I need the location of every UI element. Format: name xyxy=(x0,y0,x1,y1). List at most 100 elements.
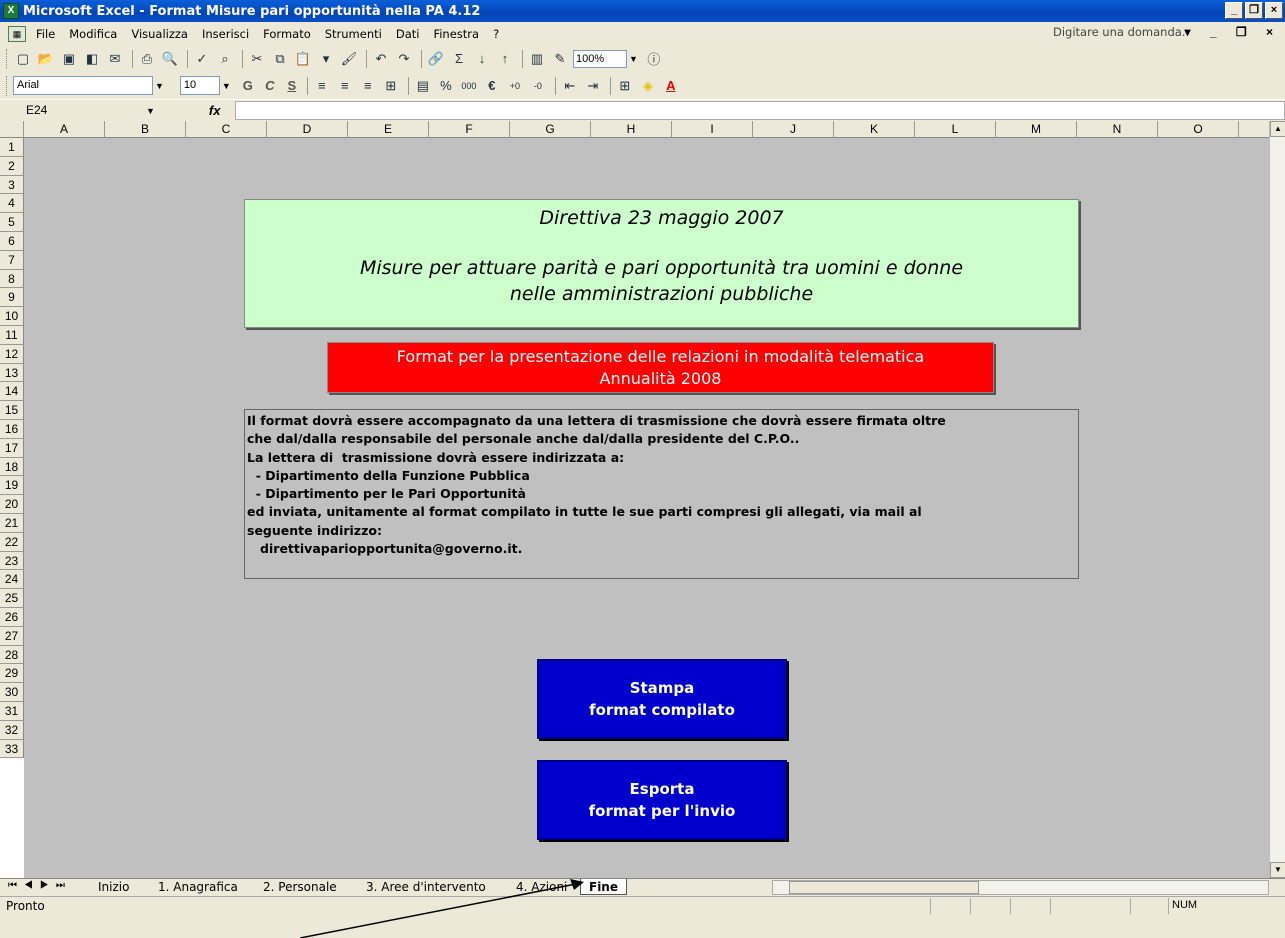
decrease-decimal-icon[interactable]: -0 xyxy=(528,76,548,96)
row-header-15[interactable]: 15 xyxy=(0,401,24,420)
window-controls-secondary[interactable]: ▾ _ ❐ × xyxy=(1185,25,1281,39)
menu-finestra[interactable]: Finestra xyxy=(433,27,479,41)
column-header-i[interactable]: I xyxy=(672,121,753,138)
row-header-20[interactable]: 20 xyxy=(0,495,24,514)
save-icon[interactable]: ▣ xyxy=(59,49,79,69)
vertical-scrollbar[interactable]: ▲ ▼ xyxy=(1269,121,1285,878)
formula-input[interactable] xyxy=(234,101,1285,120)
menu-visualizza[interactable]: Visualizza xyxy=(131,27,188,41)
chart-wizard-icon[interactable]: ▥ xyxy=(527,49,547,69)
paste-special-icon[interactable]: ▾ xyxy=(316,49,336,69)
font-select[interactable]: Arial xyxy=(13,76,153,95)
align-left-icon[interactable]: ≡ xyxy=(312,76,332,96)
row-header-14[interactable]: 14 xyxy=(0,382,24,402)
email-icon[interactable]: ✉ xyxy=(105,49,125,69)
row-header-18[interactable]: 18 xyxy=(0,457,24,477)
column-header-e[interactable]: E xyxy=(348,121,429,138)
print-icon[interactable]: ⎙ xyxy=(137,49,157,69)
scroll-up-icon[interactable]: ▲ xyxy=(1270,121,1285,137)
row-header-28[interactable]: 28 xyxy=(0,645,24,665)
print-format-button[interactable]: Stampa format compilato xyxy=(537,659,787,739)
column-header-m[interactable]: M xyxy=(996,121,1077,138)
cut-icon[interactable]: ✂ xyxy=(247,49,267,69)
row-header-13[interactable]: 13 xyxy=(0,363,24,383)
align-right-icon[interactable]: ≡ xyxy=(358,76,378,96)
row-header-32[interactable]: 32 xyxy=(0,720,24,740)
zoom-select[interactable]: 100% xyxy=(573,49,627,68)
merge-center-icon[interactable]: ⊞ xyxy=(381,76,401,96)
fill-color-icon[interactable]: ◈ xyxy=(638,76,658,96)
toolbar-grip[interactable] xyxy=(6,48,9,69)
tab-inizio[interactable]: Inizio xyxy=(90,879,137,895)
row-header-5[interactable]: 5 xyxy=(0,213,24,232)
row-header-2[interactable]: 2 xyxy=(0,156,24,176)
font-color-icon[interactable]: A xyxy=(661,76,681,96)
fx-icon[interactable]: fx xyxy=(209,103,229,118)
row-header-29[interactable]: 29 xyxy=(0,664,24,684)
row-header-4[interactable]: 4 xyxy=(0,194,24,214)
menu-dati[interactable]: Dati xyxy=(396,27,420,41)
drawing-icon[interactable]: ✎ xyxy=(550,49,570,69)
column-header-o[interactable]: O xyxy=(1158,121,1239,138)
toolbar-grip-2[interactable] xyxy=(6,75,9,96)
scroll-down-icon[interactable]: ▼ xyxy=(1270,862,1285,878)
italic-icon[interactable]: C xyxy=(259,76,281,96)
spelling-icon[interactable]: ✓ xyxy=(192,49,212,69)
column-header-g[interactable]: G xyxy=(510,121,591,138)
restore-button[interactable]: ❐ xyxy=(1245,2,1263,19)
euro-icon[interactable]: € xyxy=(482,76,502,96)
permission-icon[interactable]: ◧ xyxy=(82,49,102,69)
row-header-3[interactable]: 3 xyxy=(0,175,24,195)
open-icon[interactable]: 📂 xyxy=(36,49,56,69)
row-header-30[interactable]: 30 xyxy=(0,683,24,702)
thousands-icon[interactable]: 000 xyxy=(459,76,479,96)
print-preview-icon[interactable]: 🔍 xyxy=(160,49,180,69)
menu-file[interactable]: File xyxy=(36,27,55,41)
new-icon[interactable]: ▢ xyxy=(13,49,33,69)
row-header-12[interactable]: 12 xyxy=(0,344,24,364)
currency-icon[interactable]: ▤ xyxy=(413,76,433,96)
row-header-21[interactable]: 21 xyxy=(0,513,24,533)
row-header-19[interactable]: 19 xyxy=(0,476,24,496)
column-header-f[interactable]: F xyxy=(429,121,510,138)
minimize-button[interactable]: _ xyxy=(1225,2,1243,19)
redo-icon[interactable]: ↷ xyxy=(394,49,414,69)
column-header-c[interactable]: C xyxy=(186,121,267,138)
select-all-corner[interactable] xyxy=(0,121,24,138)
ask-question-input[interactable]: Digitare una domanda. xyxy=(1053,25,1203,42)
column-header-n[interactable]: N xyxy=(1077,121,1158,138)
menu-formato[interactable]: Formato xyxy=(263,27,311,41)
increase-decimal-icon[interactable]: +0 xyxy=(505,76,525,96)
percent-icon[interactable]: % xyxy=(436,76,456,96)
help-icon[interactable]: ⓘ xyxy=(644,49,664,69)
sort-desc-icon[interactable]: ↑ xyxy=(495,49,515,69)
row-header-25[interactable]: 25 xyxy=(0,589,24,608)
row-header-31[interactable]: 31 xyxy=(0,701,24,721)
row-header-1[interactable]: 1 xyxy=(0,138,24,157)
row-header-8[interactable]: 8 xyxy=(0,269,24,289)
autosum-icon[interactable]: Σ xyxy=(449,49,469,69)
tab-personale[interactable]: 2. Personale xyxy=(255,879,345,895)
tab-navigation-icons[interactable]: ⏮◀▶⏭ xyxy=(8,880,72,891)
column-header-a[interactable]: A xyxy=(24,121,105,138)
export-format-button[interactable]: Esporta format per l'invio xyxy=(537,760,787,840)
tab-aree-intervento[interactable]: 3. Aree d'intervento xyxy=(358,879,494,895)
tab-fine[interactable]: Fine xyxy=(580,879,627,895)
copy-icon[interactable]: ⧉ xyxy=(270,49,290,69)
row-header-27[interactable]: 27 xyxy=(0,626,24,646)
row-header-10[interactable]: 10 xyxy=(0,307,24,326)
menu-inserisci[interactable]: Inserisci xyxy=(202,27,249,41)
size-dropdown-icon[interactable]: ▼ xyxy=(222,81,231,91)
align-center-icon[interactable]: ≡ xyxy=(335,76,355,96)
row-header-6[interactable]: 6 xyxy=(0,231,24,251)
menu-modifica[interactable]: Modifica xyxy=(69,27,117,41)
decrease-indent-icon[interactable]: ⇤ xyxy=(560,76,580,96)
workbook-icon[interactable]: ▦ xyxy=(8,25,26,42)
undo-icon[interactable]: ↶ xyxy=(371,49,391,69)
row-header-22[interactable]: 22 xyxy=(0,532,24,552)
column-header-j[interactable]: J xyxy=(753,121,834,138)
row-header-33[interactable]: 33 xyxy=(0,739,24,759)
format-painter-icon[interactable]: 🖌 xyxy=(339,49,359,69)
row-header-16[interactable]: 16 xyxy=(0,419,24,439)
underline-icon[interactable]: S xyxy=(281,76,303,96)
